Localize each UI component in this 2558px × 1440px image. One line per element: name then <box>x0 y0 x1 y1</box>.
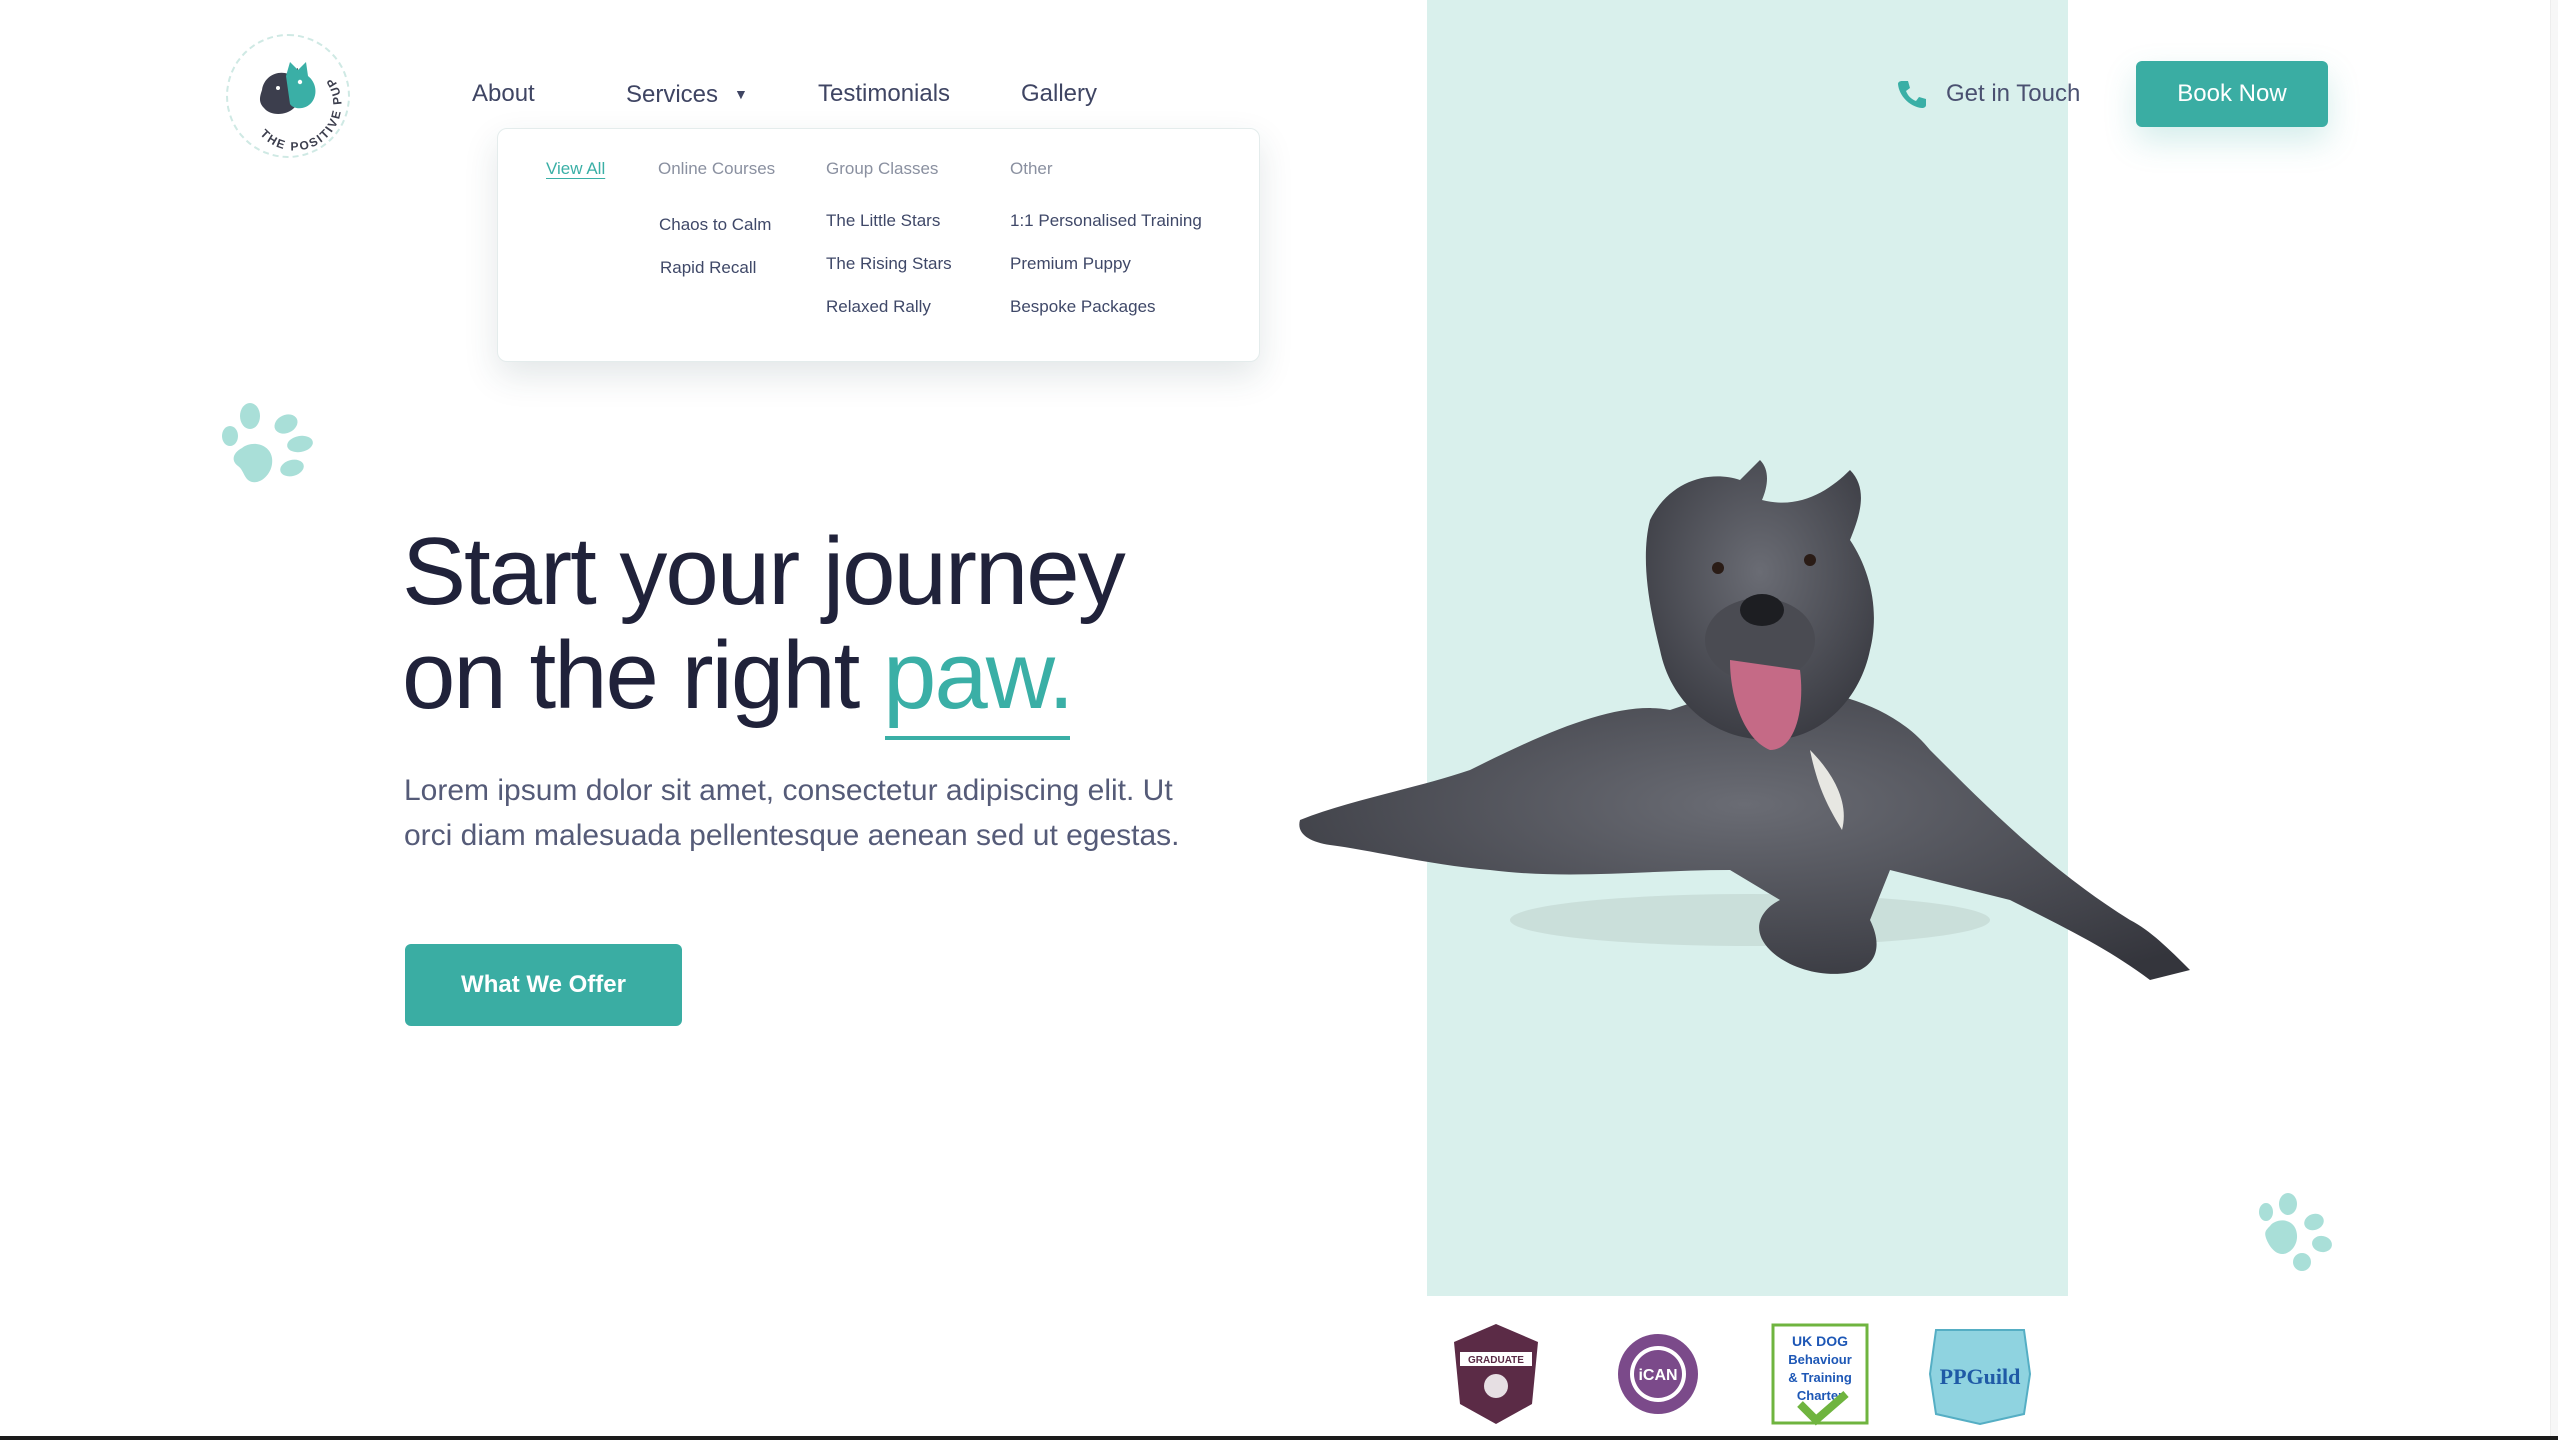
paw-print-icon <box>222 400 318 486</box>
dropdown-link-chaos-to-calm[interactable]: Chaos to Calm <box>659 215 771 235</box>
nav-testimonials[interactable]: Testimonials <box>818 72 950 116</box>
hero-title-line1: Start your journey <box>402 518 1126 625</box>
nav-about[interactable]: About <box>472 72 535 116</box>
hero-subtitle: Lorem ipsum dolor sit amet, consectetur … <box>404 774 1180 852</box>
dropdown-link-bespoke-packages[interactable]: Bespoke Packages <box>1010 297 1156 317</box>
dropdown-view-all[interactable]: View All <box>546 159 605 179</box>
dropdown-link-relaxed-rally[interactable]: Relaxed Rally <box>826 297 931 317</box>
landing-page: THE POSITIVE PUP About Services ▼ Testimo… <box>0 0 2558 1440</box>
book-now-button[interactable]: Book Now <box>2136 61 2328 127</box>
dropdown-link-premium-puppy[interactable]: Premium Puppy <box>1010 254 1131 274</box>
dropdown-link-rapid-recall[interactable]: Rapid Recall <box>660 258 756 278</box>
page-bottom-border <box>0 1436 2558 1440</box>
paw-print-icon <box>2258 1192 2334 1274</box>
dropdown-heading-group-classes: Group Classes <box>826 159 939 178</box>
svg-text:& Training: & Training <box>1788 1370 1852 1385</box>
ican-associate-member-badge-icon[interactable]: iCAN <box>1608 1322 1708 1426</box>
what-we-offer-button[interactable]: What We Offer <box>405 944 682 1026</box>
graduate-badge-icon[interactable]: GRADUATE <box>1446 1322 1546 1426</box>
ppg-badge-label: PPGuild <box>1940 1364 2021 1389</box>
get-in-touch-link[interactable]: Get in Touch <box>1896 74 2080 114</box>
graduate-badge-label: GRADUATE <box>1468 1355 1524 1366</box>
dropdown-link-rising-stars[interactable]: The Rising Stars <box>826 254 952 274</box>
dropdown-heading-other: Other <box>1010 159 1053 178</box>
dropdown-link-little-stars[interactable]: The Little Stars <box>826 211 940 231</box>
nav-services-label: Services <box>626 81 719 108</box>
svg-text:Behaviour: Behaviour <box>1788 1352 1852 1367</box>
svg-text:UK DOG: UK DOG <box>1792 1333 1848 1349</box>
hero-title-line2: on the right <box>402 622 860 729</box>
nav-services[interactable]: Services ▼ <box>626 72 748 117</box>
hero-title: Start your journey on the right paw. <box>402 518 1302 740</box>
dropdown-heading-online-courses: Online Courses <box>658 159 776 178</box>
get-in-touch-label: Get in Touch <box>1946 80 2081 107</box>
hero-title-accent: paw. <box>883 622 1074 740</box>
phone-icon <box>1898 81 1926 108</box>
page-scrollbar[interactable] <box>2550 0 2558 1440</box>
ican-badge-label: iCAN <box>1638 1367 1677 1384</box>
nav-gallery[interactable]: Gallery <box>1021 72 1097 116</box>
services-dropdown: View All Online Courses Chaos to Calm Ra… <box>497 128 1260 362</box>
uk-dog-behaviour-training-charter-icon[interactable]: UK DOG Behaviour & Training Charter <box>1770 1322 1870 1426</box>
dog-hero-image <box>1290 450 2280 1010</box>
pet-professional-guild-icon[interactable]: PPGuild <box>1926 1322 2034 1426</box>
dropdown-link-personalised-training[interactable]: 1:1 Personalised Training <box>1010 211 1202 231</box>
caret-down-icon: ▼ <box>734 86 748 102</box>
